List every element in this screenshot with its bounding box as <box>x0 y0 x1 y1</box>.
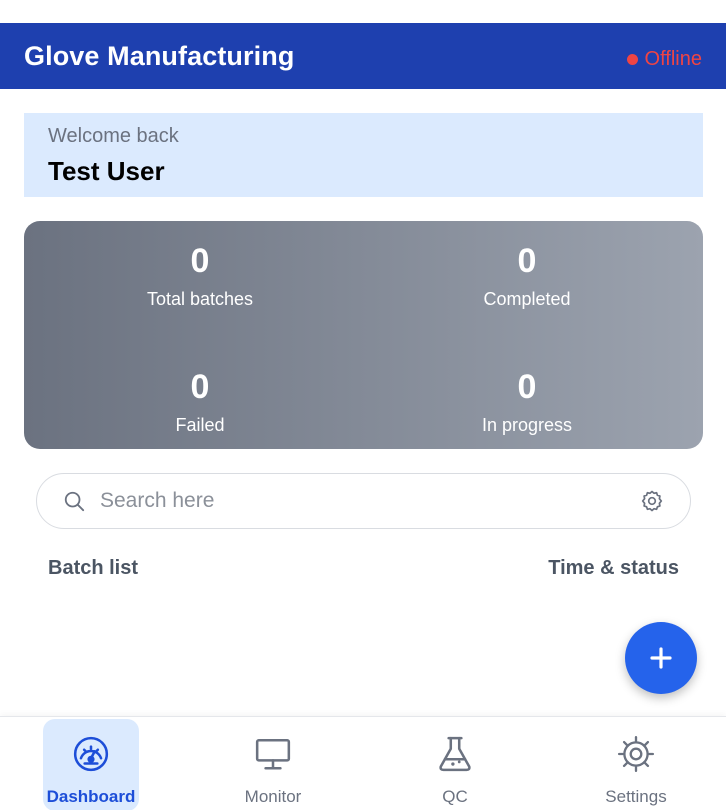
nav-item-dashboard[interactable]: Dashboard <box>43 719 139 810</box>
search-settings-icon[interactable] <box>640 489 664 513</box>
status-dot-icon <box>626 53 638 65</box>
stat-label: Completed <box>483 289 571 309</box>
app-header: Glove Manufacturing Offline <box>0 23 726 89</box>
stats-card: 0 Total batches 0 Completed 0 Failed 0 I… <box>24 221 703 449</box>
batch-list-header: Batch list Time & status <box>48 557 679 580</box>
stat-label: Failed <box>175 415 225 435</box>
plus-icon <box>650 647 672 669</box>
bottom-nav: Dashboard Monitor QC Settings <box>0 716 726 810</box>
monitor-icon <box>255 739 291 770</box>
batch-list-title: Batch list <box>48 557 139 579</box>
stat-value: 0 <box>517 368 537 406</box>
app-title: Glove Manufacturing <box>24 40 295 71</box>
stat-value: 0 <box>517 242 537 280</box>
stat-completed: 0 Completed <box>407 241 647 310</box>
nav-item-monitor[interactable]: Monitor <box>225 719 321 810</box>
stat-value: 0 <box>190 242 210 280</box>
connection-status: Offline <box>626 47 702 71</box>
search-icon <box>64 491 85 512</box>
stat-label: In progress <box>481 415 573 435</box>
nav-item-settings[interactable]: Settings <box>588 719 684 810</box>
flask-icon <box>439 736 471 772</box>
nav-label-monitor: Monitor <box>244 787 302 806</box>
welcome-label: Welcome back <box>48 125 179 147</box>
search-bar[interactable] <box>36 473 691 529</box>
stat-in-progress: 0 In progress <box>407 367 647 436</box>
app-root: Glove Manufacturing Offline Welcome back… <box>0 0 726 810</box>
nav-item-qc[interactable]: QC <box>407 719 503 810</box>
gear-icon <box>617 735 655 773</box>
time-status-label: Time & status <box>548 557 679 579</box>
stat-failed: 0 Failed <box>80 367 320 436</box>
stat-value: 0 <box>190 368 210 406</box>
nav-label-qc: QC <box>442 787 468 806</box>
nav-label-settings: Settings <box>605 787 667 806</box>
stat-label: Total batches <box>146 289 254 309</box>
nav-label-dashboard: Dashboard <box>46 787 136 806</box>
search-input[interactable] <box>100 489 630 513</box>
status-text: Offline <box>644 47 702 70</box>
stat-total-batches: 0 Total batches <box>80 241 320 310</box>
user-name: Test User <box>48 156 165 186</box>
dashboard-gauge-icon <box>73 736 109 772</box>
add-batch-button[interactable] <box>625 622 697 694</box>
welcome-card: Welcome back Test User <box>24 113 703 197</box>
